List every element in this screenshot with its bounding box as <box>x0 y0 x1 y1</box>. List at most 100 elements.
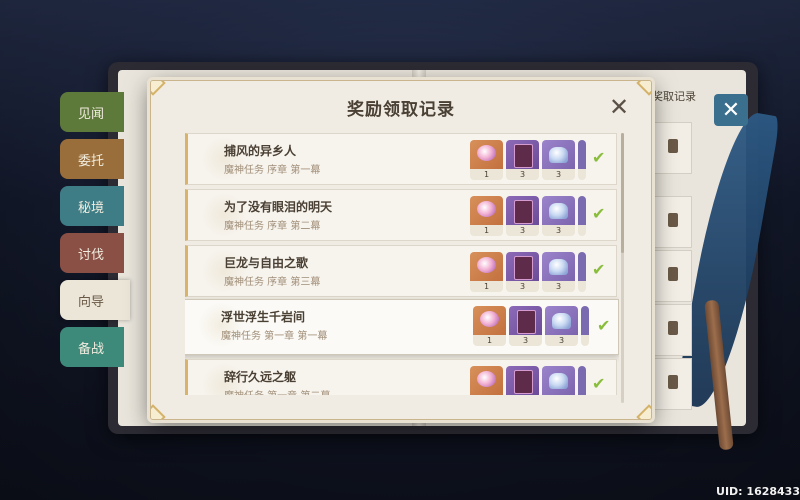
tab-label: 见闻 <box>78 106 105 122</box>
reward-item-partial <box>578 140 586 180</box>
corner-ornament <box>636 81 651 96</box>
mystic-enhancement-ore-icon <box>549 259 568 275</box>
reward-item[interactable]: 1 <box>470 252 503 292</box>
bookmark-icon <box>668 375 678 389</box>
background-row <box>652 304 692 356</box>
quest-name: 捕风的异乡人 <box>224 144 297 158</box>
reward-item[interactable]: 3 <box>506 196 539 236</box>
check-icon: ✔ <box>592 260 606 279</box>
reward-item[interactable]: 3 <box>542 366 575 395</box>
tab-preparation[interactable]: 备战 <box>60 327 124 367</box>
primogem-icon <box>477 371 496 387</box>
reward-count: 3 <box>545 335 578 346</box>
background-row <box>652 358 692 410</box>
reward-record-row-selected[interactable]: 浮世浮生千岩间 魔神任务 第一章 第一幕 1 3 3 ✔ <box>185 299 619 355</box>
background-row <box>652 122 692 174</box>
reward-item[interactable]: 3 <box>545 306 578 346</box>
primogem-icon <box>477 257 496 273</box>
reward-item[interactable]: 1 <box>473 306 506 346</box>
reward-count: 3 <box>542 225 575 236</box>
reward-item[interactable]: 3 <box>542 140 575 180</box>
quest-chapter: 魔神任务 序章 第三幕 <box>224 277 321 288</box>
reward-count: 1 <box>470 169 503 180</box>
corner-ornament <box>151 404 166 419</box>
bookmark-icon <box>668 321 678 335</box>
reward-item[interactable]: 3 <box>509 306 542 346</box>
heros-wit-book-icon <box>514 370 533 394</box>
reward-count: 3 <box>506 281 539 292</box>
reward-count: 1 <box>470 225 503 236</box>
mystic-enhancement-ore-icon <box>549 203 568 219</box>
primogem-icon <box>477 201 496 217</box>
reward-count: 3 <box>506 225 539 236</box>
primogem-icon <box>480 311 499 327</box>
reward-item[interactable]: 3 <box>506 252 539 292</box>
check-icon: ✔ <box>592 204 606 223</box>
background-row <box>652 250 692 302</box>
primogem-icon <box>477 145 496 161</box>
background-close-button[interactable]: ✕ <box>714 94 748 126</box>
reward-item-partial <box>578 196 586 236</box>
quest-name: 辞行久远之躯 <box>224 370 297 384</box>
quest-name: 为了没有眼泪的明天 <box>224 200 333 214</box>
background-page-title: 奖取记录 <box>652 90 696 103</box>
mystic-enhancement-ore-icon <box>552 313 571 329</box>
corner-ornament <box>636 404 651 419</box>
quest-name: 巨龙与自由之歌 <box>224 256 309 270</box>
reward-count: 1 <box>470 281 503 292</box>
bookmark-icon <box>668 213 678 227</box>
heros-wit-book-icon <box>514 144 533 168</box>
heros-wit-book-icon <box>514 200 533 224</box>
background-row <box>652 196 692 248</box>
close-icon: ✕ <box>721 97 741 123</box>
dialog-close-button[interactable]: ✕ <box>607 95 631 119</box>
reward-item[interactable]: 1 <box>470 196 503 236</box>
tab-guide[interactable]: 向导 <box>60 280 130 320</box>
bookmark-icon <box>668 139 678 153</box>
reward-item[interactable]: 3 <box>506 366 539 395</box>
reward-record-list[interactable]: 捕风的异乡人 魔神任务 序章 第一幕 1 3 3 ✔ 为了没有眼泪的明天 魔神任… <box>185 133 619 395</box>
reward-history-dialog: 奖励领取记录 ✕ 捕风的异乡人 魔神任务 序章 第一幕 1 3 3 ✔ 为了没有… <box>150 80 652 420</box>
reward-item-partial <box>581 306 589 346</box>
reward-record-row[interactable]: 辞行久远之躯 魔神任务 第一章 第二幕 1 3 3 ✔ <box>185 359 617 395</box>
reward-record-row[interactable]: 巨龙与自由之歌 魔神任务 序章 第三幕 1 3 3 ✔ <box>185 245 617 297</box>
reward-item[interactable]: 3 <box>506 140 539 180</box>
check-icon: ✔ <box>597 316 611 335</box>
reward-item[interactable]: 1 <box>470 366 503 395</box>
close-icon: ✕ <box>608 93 630 121</box>
check-icon: ✔ <box>592 374 606 393</box>
heros-wit-book-icon <box>514 256 533 280</box>
quest-chapter: 魔神任务 序章 第二幕 <box>224 221 321 232</box>
tab-bosses[interactable]: 讨伐 <box>60 233 124 273</box>
player-uid: UID: 1628433 <box>716 485 800 498</box>
reward-item-partial <box>578 252 586 292</box>
tab-label: 向导 <box>78 294 105 310</box>
bookmark-icon <box>668 267 678 281</box>
dialog-title: 奖励领取记录 <box>347 100 455 120</box>
tab-experience[interactable]: 见闻 <box>60 92 124 132</box>
tab-label: 备战 <box>78 341 105 357</box>
reward-item[interactable]: 1 <box>470 140 503 180</box>
mystic-enhancement-ore-icon <box>549 373 568 389</box>
reward-item-partial <box>578 366 586 395</box>
scrollbar-thumb[interactable] <box>621 133 624 253</box>
tab-label: 讨伐 <box>78 247 105 263</box>
tab-label: 委托 <box>78 153 105 169</box>
reward-count: 3 <box>542 169 575 180</box>
corner-ornament <box>151 81 166 96</box>
reward-count: 1 <box>473 335 506 346</box>
reward-record-row[interactable]: 捕风的异乡人 魔神任务 序章 第一幕 1 3 3 ✔ <box>185 133 617 185</box>
quest-name: 浮世浮生千岩间 <box>221 310 306 324</box>
tab-domains[interactable]: 秘境 <box>60 186 124 226</box>
quest-chapter: 魔神任务 第一章 第二幕 <box>224 387 330 395</box>
check-icon: ✔ <box>592 148 606 167</box>
reward-count: 3 <box>509 335 542 346</box>
reward-item[interactable]: 3 <box>542 252 575 292</box>
mystic-enhancement-ore-icon <box>549 147 568 163</box>
reward-count: 3 <box>506 169 539 180</box>
heros-wit-book-icon <box>517 310 536 334</box>
reward-record-row[interactable]: 为了没有眼泪的明天 魔神任务 序章 第二幕 1 3 3 ✔ <box>185 189 617 241</box>
reward-item[interactable]: 3 <box>542 196 575 236</box>
quest-chapter: 魔神任务 序章 第一幕 <box>224 165 321 176</box>
tab-commissions[interactable]: 委托 <box>60 139 124 179</box>
